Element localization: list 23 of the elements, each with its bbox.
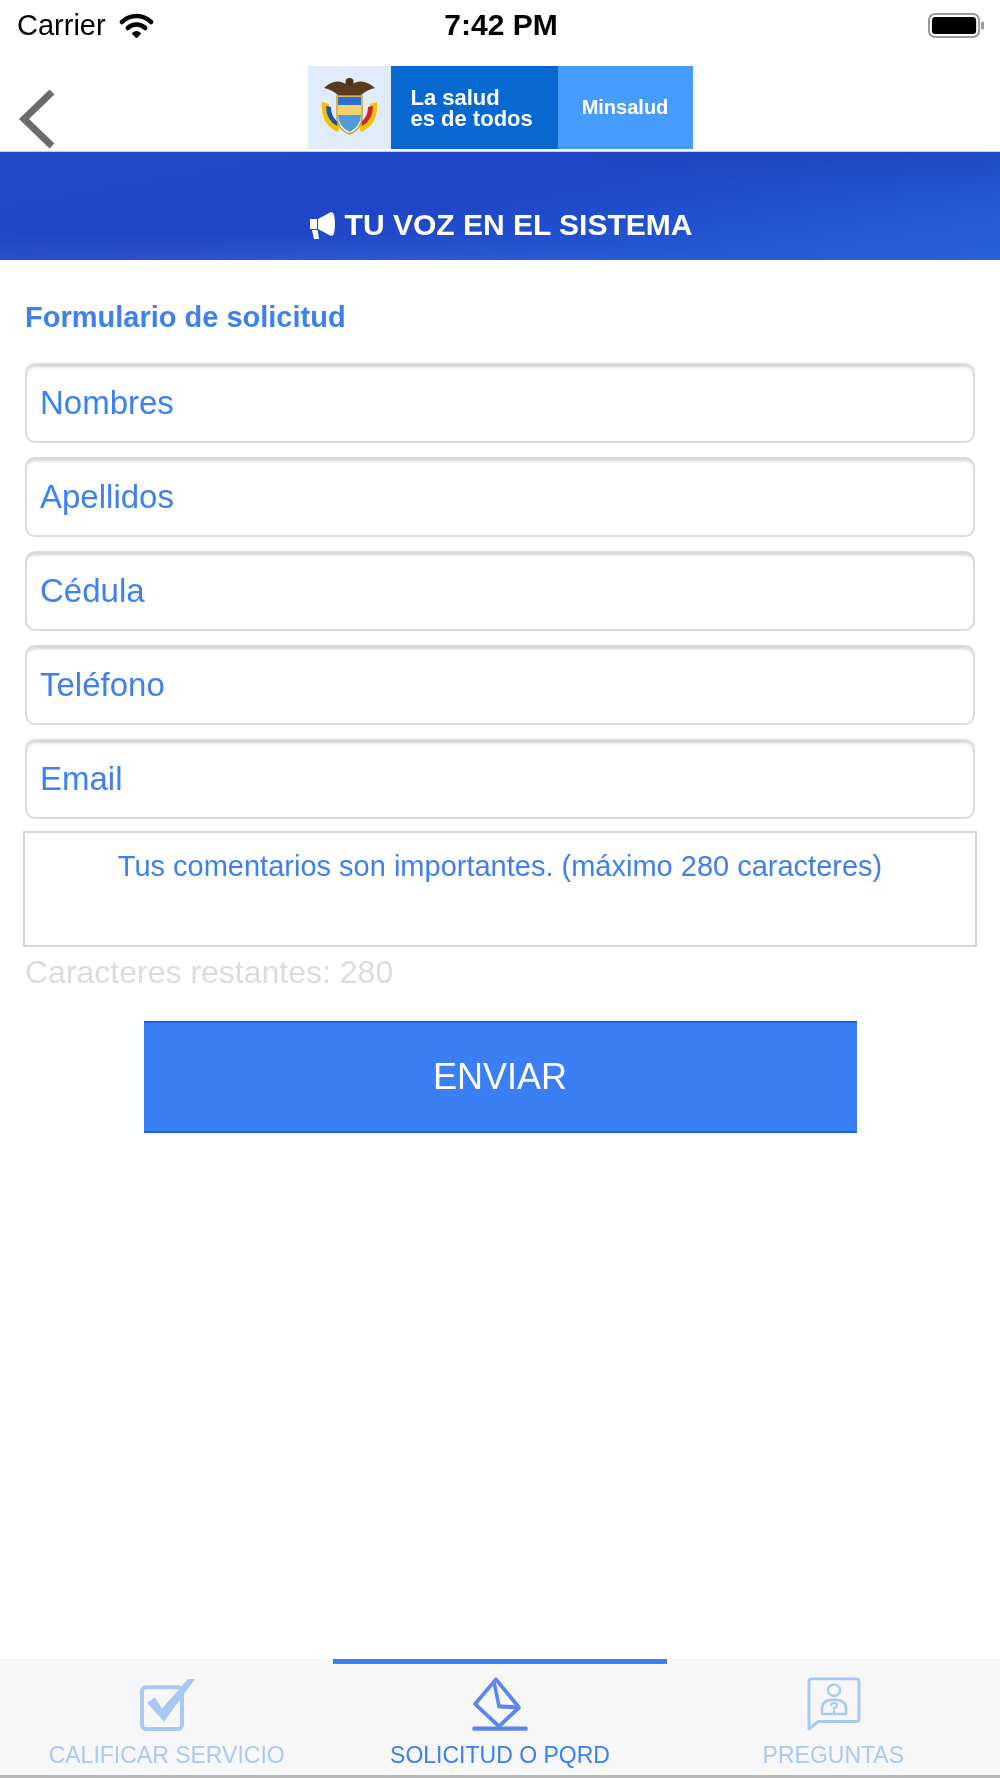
submit-button[interactable]: ENVIAR: [143, 1021, 857, 1133]
input-field[interactable]: Nombres: [25, 363, 975, 443]
tab[interactable]: SOLICITUD O PQRD: [333, 1659, 667, 1775]
coat-of-arms-icon: [307, 66, 391, 149]
input-field[interactable]: Teléfono: [25, 645, 975, 725]
input-field[interactable]: Apellidos: [25, 457, 975, 537]
form-title: Formulario de solicitud: [25, 300, 346, 335]
logo-brand: Minsalud: [581, 96, 669, 119]
battery-icon: [928, 12, 985, 38]
logo-slogan: La salud es de todos: [410, 86, 533, 129]
comments-field[interactable]: Tus comentarios son importantes. (máximo 280 caracteres): [23, 831, 977, 947]
checkbox-tick-icon: [138, 1677, 195, 1731]
envelope-slot-icon: [472, 1677, 528, 1731]
chevron-left-icon: [18, 88, 56, 150]
input-field[interactable]: Cédula: [25, 551, 975, 631]
megaphone-icon: [307, 210, 336, 240]
back-button[interactable]: [18, 88, 56, 150]
banner-title: TU VOZ EN EL SISTEMA: [344, 207, 693, 243]
carrier-name: Carrier: [17, 8, 106, 42]
input-field[interactable]: Email: [25, 739, 975, 819]
wifi-icon: [118, 12, 154, 38]
question-bubble-icon: [805, 1677, 862, 1731]
status-time: 7:42 PM: [444, 8, 558, 42]
